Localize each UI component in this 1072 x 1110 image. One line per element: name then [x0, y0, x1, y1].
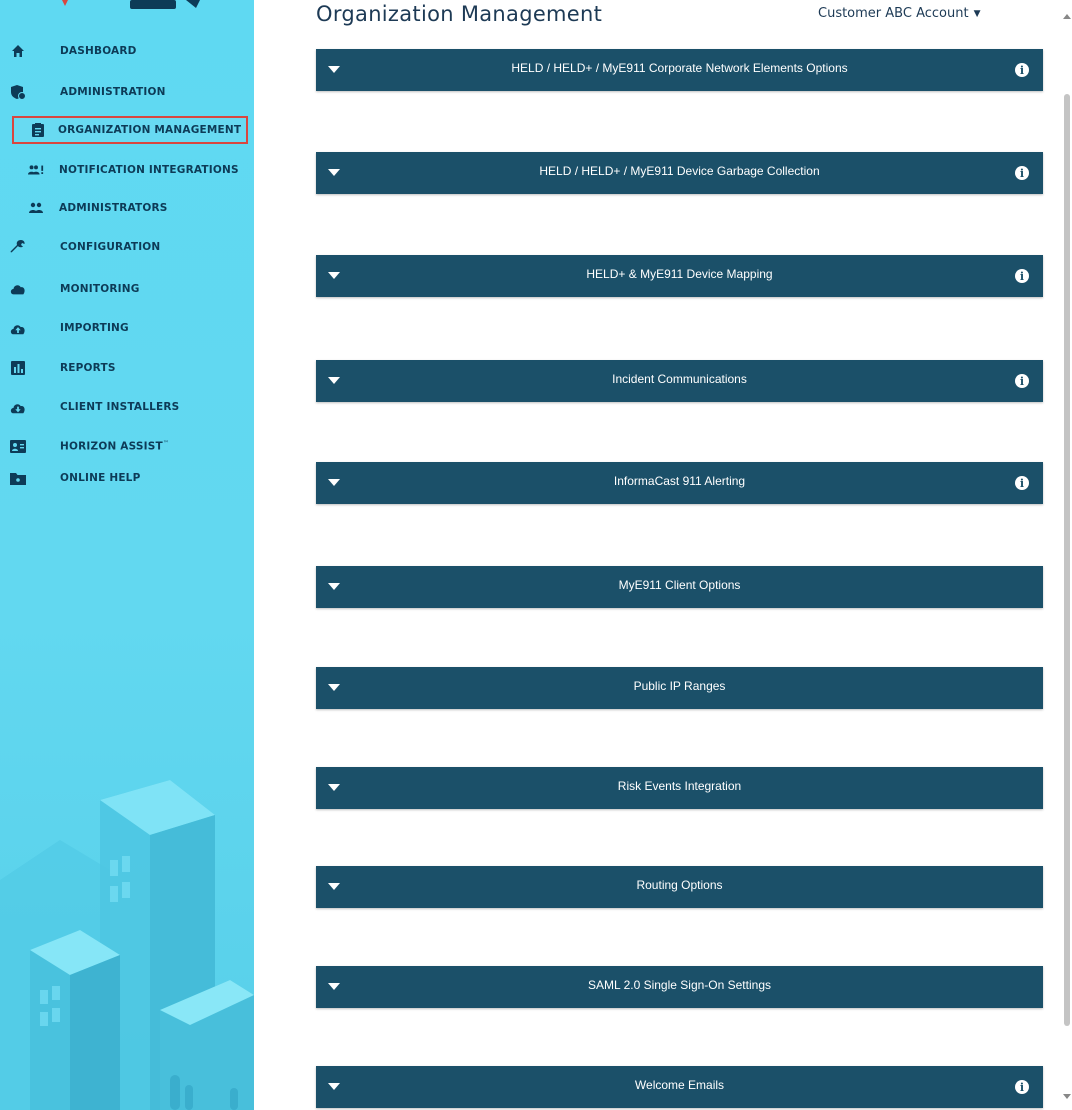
panel-title: HELD+ & MyE911 Device Mapping: [586, 267, 773, 281]
sidebar: DASHBOARD ADMINISTRATION ORGANIZATION MA…: [0, 0, 254, 1110]
sidebar-item-label: ORGANIZATION MANAGEMENT: [58, 124, 242, 136]
scrollbar-thumb[interactable]: [1064, 94, 1070, 1026]
sidebar-item-label: HORIZON ASSIST: [60, 440, 163, 453]
contact-card-icon: [10, 438, 26, 454]
people-notification-icon: [28, 162, 44, 178]
sidebar-item-administration[interactable]: ADMINISTRATION: [0, 80, 254, 104]
cloud-upload-icon: [10, 320, 26, 336]
info-icon[interactable]: i: [1015, 374, 1029, 388]
panel-header[interactable]: Routing Options: [316, 866, 1043, 908]
sidebar-item-horizon-assist[interactable]: HORIZON ASSIST™: [0, 434, 254, 458]
clipboard-icon: [30, 122, 46, 138]
panel-title: HELD / HELD+ / MyE911 Corporate Network …: [511, 61, 848, 75]
bar-chart-icon: [10, 360, 26, 376]
city-skyline-illustration: [0, 780, 254, 1110]
sidebar-item-notification-integrations[interactable]: NOTIFICATION INTEGRATIONS: [0, 158, 254, 182]
cloud-icon: [10, 281, 26, 297]
sidebar-item-monitoring[interactable]: MONITORING: [0, 277, 254, 301]
home-icon: [10, 43, 26, 59]
sidebar-item-organization-management[interactable]: ORGANIZATION MANAGEMENT: [12, 116, 248, 144]
panel-header[interactable]: HELD / HELD+ / MyE911 Corporate Network …: [316, 49, 1043, 91]
panel-header[interactable]: MyE911 Client Options: [316, 566, 1043, 608]
panel-header[interactable]: Public IP Ranges: [316, 667, 1043, 709]
sidebar-item-label: MONITORING: [60, 283, 140, 295]
scroll-down-arrow-icon[interactable]: [1063, 1094, 1071, 1099]
info-icon[interactable]: i: [1015, 1080, 1029, 1094]
sidebar-item-label: ADMINISTRATION: [60, 86, 166, 98]
sidebar-item-configuration[interactable]: CONFIGURATION: [0, 235, 254, 259]
panel-header[interactable]: HELD+ & MyE911 Device Mapping i: [316, 255, 1043, 297]
panel-title: SAML 2.0 Single Sign-On Settings: [588, 978, 771, 992]
panel-title: MyE911 Client Options: [618, 578, 741, 592]
panel-title: InformaCast 911 Alerting: [613, 474, 746, 488]
panel-header[interactable]: Risk Events Integration: [316, 767, 1043, 809]
brand-logo[interactable]: [0, 0, 254, 12]
people-icon: [28, 200, 44, 216]
sidebar-item-administrators[interactable]: ADMINISTRATORS: [0, 196, 254, 220]
admin-shield-icon: [10, 84, 26, 100]
sidebar-item-online-help[interactable]: ONLINE HELP: [0, 466, 254, 490]
cloud-download-icon: [10, 399, 26, 415]
panel-header[interactable]: InformaCast 911 Alerting i: [316, 462, 1043, 504]
panel-header[interactable]: SAML 2.0 Single Sign-On Settings: [316, 966, 1043, 1008]
panel-title: Welcome Emails: [634, 1078, 725, 1092]
caret-down-icon: ▼: [973, 8, 981, 19]
wrench-icon: [10, 239, 26, 255]
scroll-up-arrow-icon[interactable]: [1063, 14, 1071, 19]
panel-title: HELD / HELD+ / MyE911 Device Garbage Col…: [539, 164, 820, 178]
sidebar-item-importing[interactable]: IMPORTING: [0, 316, 254, 340]
panel-title: Risk Events Integration: [617, 779, 742, 793]
scrollbar[interactable]: [1060, 0, 1072, 1110]
sidebar-item-label: DASHBOARD: [60, 45, 137, 57]
account-dropdown[interactable]: Customer ABC Account ▼: [818, 6, 980, 21]
help-folder-icon: [10, 470, 26, 486]
account-label: Customer ABC Account: [818, 6, 969, 21]
sidebar-item-label-wrap: HORIZON ASSIST™: [60, 440, 169, 453]
panel-title: Routing Options: [636, 878, 723, 892]
sidebar-item-label: REPORTS: [60, 362, 116, 374]
sidebar-item-label: CONFIGURATION: [60, 241, 161, 253]
sidebar-item-reports[interactable]: REPORTS: [0, 356, 254, 380]
sidebar-item-label: NOTIFICATION INTEGRATIONS: [59, 164, 239, 176]
panel-header[interactable]: Welcome Emails i: [316, 1066, 1043, 1108]
info-icon[interactable]: i: [1015, 476, 1029, 490]
trademark-mark: ™: [162, 439, 170, 447]
sidebar-item-dashboard[interactable]: DASHBOARD: [0, 39, 254, 63]
sidebar-item-client-installers[interactable]: CLIENT INSTALLERS: [0, 395, 254, 419]
info-icon[interactable]: i: [1015, 63, 1029, 77]
panel-header[interactable]: HELD / HELD+ / MyE911 Device Garbage Col…: [316, 152, 1043, 194]
panel-header[interactable]: Incident Communications i: [316, 360, 1043, 402]
sidebar-item-label: ADMINISTRATORS: [59, 202, 168, 214]
panel-title: Incident Communications: [612, 372, 747, 386]
sidebar-item-label: CLIENT INSTALLERS: [60, 401, 180, 413]
sidebar-item-label: ONLINE HELP: [60, 472, 141, 484]
sidebar-item-label: IMPORTING: [60, 322, 129, 334]
info-icon[interactable]: i: [1015, 166, 1029, 180]
panel-title: Public IP Ranges: [633, 679, 726, 693]
page-title: Organization Management: [316, 2, 603, 26]
info-icon[interactable]: i: [1015, 269, 1029, 283]
